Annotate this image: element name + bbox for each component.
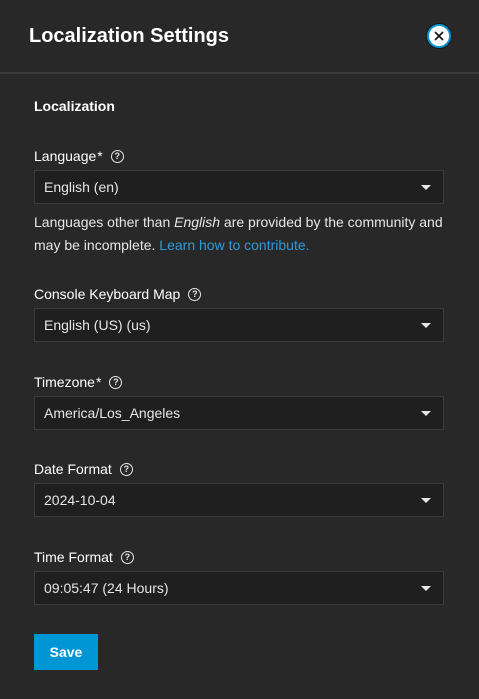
language-label: Language * ? [34, 147, 444, 165]
required-marker: * [95, 374, 102, 390]
date-format-select-value: 2024-10-04 [44, 492, 116, 508]
help-icon[interactable]: ? [109, 375, 123, 389]
caret-down-icon [421, 497, 431, 503]
language-label-text: Language [34, 148, 97, 164]
timezone-label: Timezone * ? [34, 373, 444, 391]
caret-down-icon [421, 322, 431, 328]
help-icon[interactable]: ? [119, 462, 133, 476]
keyboard-select[interactable]: English (US) (us) [34, 308, 444, 342]
keyboard-field: Console Keyboard Map ? English (US) (us) [34, 285, 444, 342]
time-format-field: Time Format ? 09:05:47 (24 Hours) [34, 548, 444, 605]
help-icon[interactable]: ? [110, 149, 124, 163]
time-format-label: Time Format ? [34, 548, 444, 566]
close-button[interactable] [427, 24, 451, 48]
hint-emphasis: English [174, 214, 221, 230]
hint-text-before: Languages other than [34, 214, 175, 230]
close-icon [434, 31, 444, 41]
time-format-select-value: 09:05:47 (24 Hours) [44, 580, 169, 596]
keyboard-label: Console Keyboard Map ? [34, 285, 444, 303]
timezone-field: Timezone * ? America/Los_Angeles [34, 373, 444, 430]
help-icon[interactable]: ? [188, 287, 202, 301]
keyboard-label-text: Console Keyboard Map [34, 286, 181, 302]
caret-down-icon [421, 410, 431, 416]
date-format-label: Date Format ? [34, 460, 444, 478]
save-button[interactable]: Save [34, 634, 98, 670]
date-format-select[interactable]: 2024-10-04 [34, 483, 444, 517]
help-icon[interactable]: ? [120, 550, 134, 564]
localization-settings-panel: Localization Settings Localization Langu… [0, 0, 479, 699]
timezone-label-text: Timezone [34, 374, 95, 390]
language-select[interactable]: English (en) [34, 170, 444, 204]
panel-content: Localization [0, 74, 479, 116]
caret-down-icon [421, 585, 431, 591]
time-format-label-text: Time Format [34, 549, 113, 565]
date-format-label-text: Date Format [34, 461, 112, 477]
language-hint: Languages other than English are provide… [34, 211, 449, 257]
timezone-select[interactable]: America/Los_Angeles [34, 396, 444, 430]
contribute-link[interactable]: Learn how to contribute. [159, 237, 309, 253]
time-format-select[interactable]: 09:05:47 (24 Hours) [34, 571, 444, 605]
language-field: Language * ? English (en) [34, 147, 444, 204]
keyboard-select-value: English (US) (us) [44, 317, 151, 333]
date-format-field: Date Format ? 2024-10-04 [34, 460, 444, 517]
required-marker: * [97, 148, 103, 164]
panel-title: Localization Settings [29, 24, 230, 47]
timezone-select-value: America/Los_Angeles [44, 405, 181, 421]
section-title: Localization [34, 98, 115, 114]
language-select-value: English (en) [44, 179, 119, 195]
caret-down-icon [421, 184, 431, 190]
panel-header: Localization Settings [0, 0, 479, 74]
